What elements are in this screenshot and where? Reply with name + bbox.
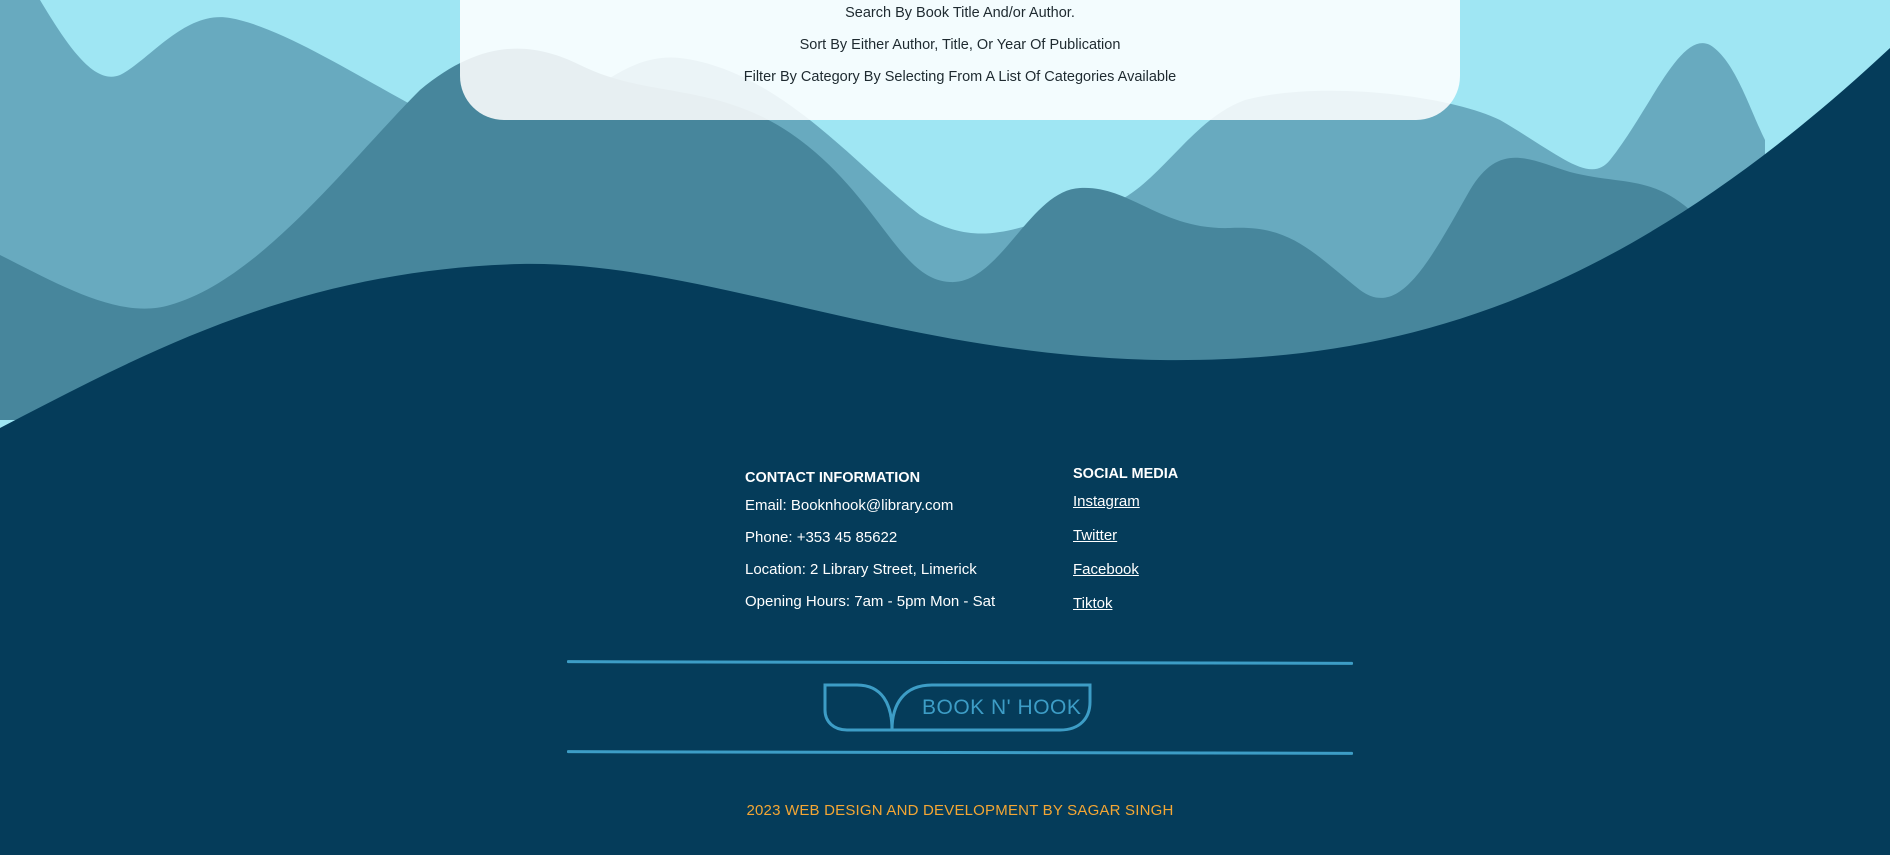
- contact-heading: CONTACT INFORMATION: [745, 470, 921, 486]
- contact-email: Email: Booknhook@library.com: [745, 497, 954, 514]
- feature-search-text: Search By Book Title And/or Author.: [845, 5, 1075, 21]
- footer-credit: 2023 WEB DESIGN AND DEVELOPMENT BY SAGAR…: [746, 802, 1174, 819]
- tiktok-link[interactable]: Tiktok: [1073, 595, 1112, 612]
- facebook-link[interactable]: Facebook: [1073, 561, 1139, 578]
- contact-phone: Phone: +353 45 85622: [745, 529, 898, 546]
- features-card: Search By Book Title And/or Author. Sort…: [460, 0, 1460, 120]
- instagram-link[interactable]: Instagram: [1073, 493, 1140, 510]
- logo-text: BOOK N' HOOK: [922, 696, 1082, 719]
- social-media: SOCIAL MEDIA Instagram Twitter Facebook …: [1073, 466, 1273, 612]
- twitter-link[interactable]: Twitter: [1073, 527, 1117, 544]
- contact-location: Location: 2 Library Street, Limerick: [745, 561, 977, 578]
- feature-filter-text: Filter By Category By Selecting From A L…: [743, 69, 1177, 85]
- contact-hours: Opening Hours: 7am - 5pm Mon - Sat: [745, 593, 996, 610]
- social-heading: SOCIAL MEDIA: [1073, 466, 1179, 482]
- feature-sort-text: Sort By Either Author, Title, Or Year Of…: [799, 37, 1121, 53]
- contact-information: CONTACT INFORMATION Email: Booknhook@lib…: [745, 470, 1045, 610]
